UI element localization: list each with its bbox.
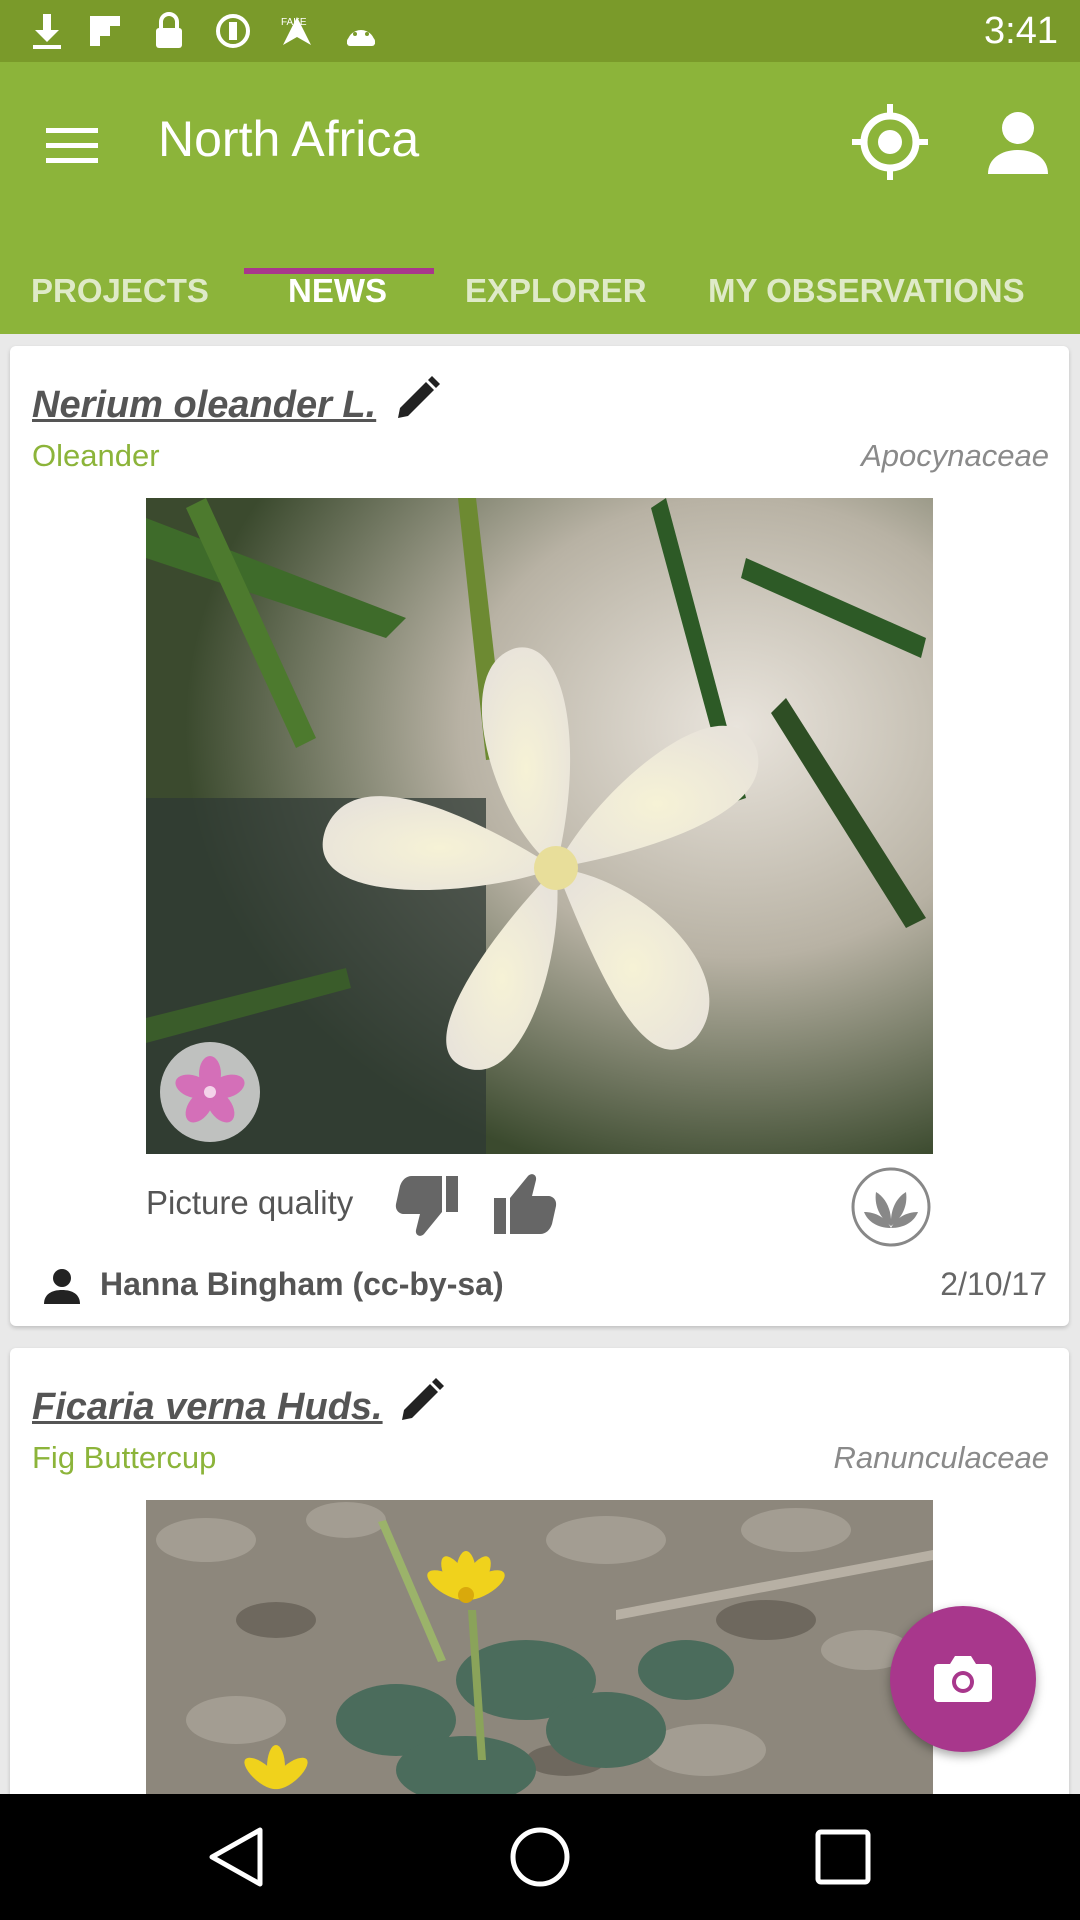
app-bar: North Africa PROJECTS NEWS EXPLORER MY O…	[0, 62, 1080, 334]
page-title: North Africa	[158, 111, 420, 167]
status-bar: FAKE 3:41	[0, 0, 1080, 62]
picture-quality-label: Picture quality	[146, 1184, 354, 1221]
camera-button[interactable]	[890, 1606, 1036, 1752]
common-name: Oleander	[32, 438, 160, 473]
flipboard-icon	[84, 10, 126, 52]
family-name: Apocynaceae	[861, 438, 1049, 473]
tab-news[interactable]: NEWS	[288, 272, 387, 334]
recents-icon[interactable]	[808, 1822, 878, 1892]
edit-icon[interactable]	[390, 372, 444, 426]
gps-icon[interactable]	[850, 102, 930, 182]
author-row: Hanna Bingham (cc-by-sa) 2/10/17	[32, 1260, 1047, 1312]
blocked-icon	[212, 10, 254, 52]
edit-icon[interactable]	[394, 1374, 448, 1428]
plant-icon[interactable]	[850, 1166, 932, 1248]
family-name: Ranunculaceae	[833, 1440, 1049, 1475]
camera-icon	[934, 1652, 992, 1707]
author-name: Hanna Bingham (cc-by-sa)	[100, 1266, 504, 1302]
tab-my-observations[interactable]: MY OBSERVATIONS	[708, 272, 1025, 334]
tab-indicator	[244, 268, 434, 274]
observation-photo[interactable]	[146, 498, 933, 1154]
menu-icon[interactable]	[40, 114, 104, 178]
tab-projects[interactable]: PROJECTS	[31, 272, 209, 334]
scientific-name[interactable]: Ficaria verna Huds.	[32, 1386, 383, 1429]
back-icon[interactable]	[202, 1822, 272, 1892]
download-icon	[26, 10, 68, 52]
observation-card[interactable]: Nerium oleander L. Oleander Apocynaceae	[10, 346, 1069, 1326]
observation-photo[interactable]	[146, 1500, 933, 1800]
tab-bar: PROJECTS NEWS EXPLORER MY OBSERVATIONS	[0, 272, 1080, 334]
scientific-name[interactable]: Nerium oleander L.	[32, 384, 376, 427]
fake-gps-icon: FAKE	[276, 10, 318, 52]
home-icon[interactable]	[505, 1822, 575, 1892]
person-icon	[42, 1266, 82, 1306]
account-icon[interactable]	[978, 102, 1058, 182]
common-name: Fig Buttercup	[32, 1440, 217, 1475]
observation-date: 2/10/17	[940, 1266, 1047, 1302]
android-icon	[340, 10, 382, 52]
flower-icon	[158, 1040, 262, 1144]
thumb-down-icon[interactable]	[394, 1170, 464, 1240]
lock-icon	[148, 10, 190, 52]
svg-text:FAKE: FAKE	[281, 17, 307, 28]
tab-explorer[interactable]: EXPLORER	[465, 272, 647, 334]
thumb-up-icon[interactable]	[488, 1170, 558, 1240]
navigation-bar	[0, 1794, 1080, 1920]
status-time: 3:41	[984, 10, 1058, 52]
